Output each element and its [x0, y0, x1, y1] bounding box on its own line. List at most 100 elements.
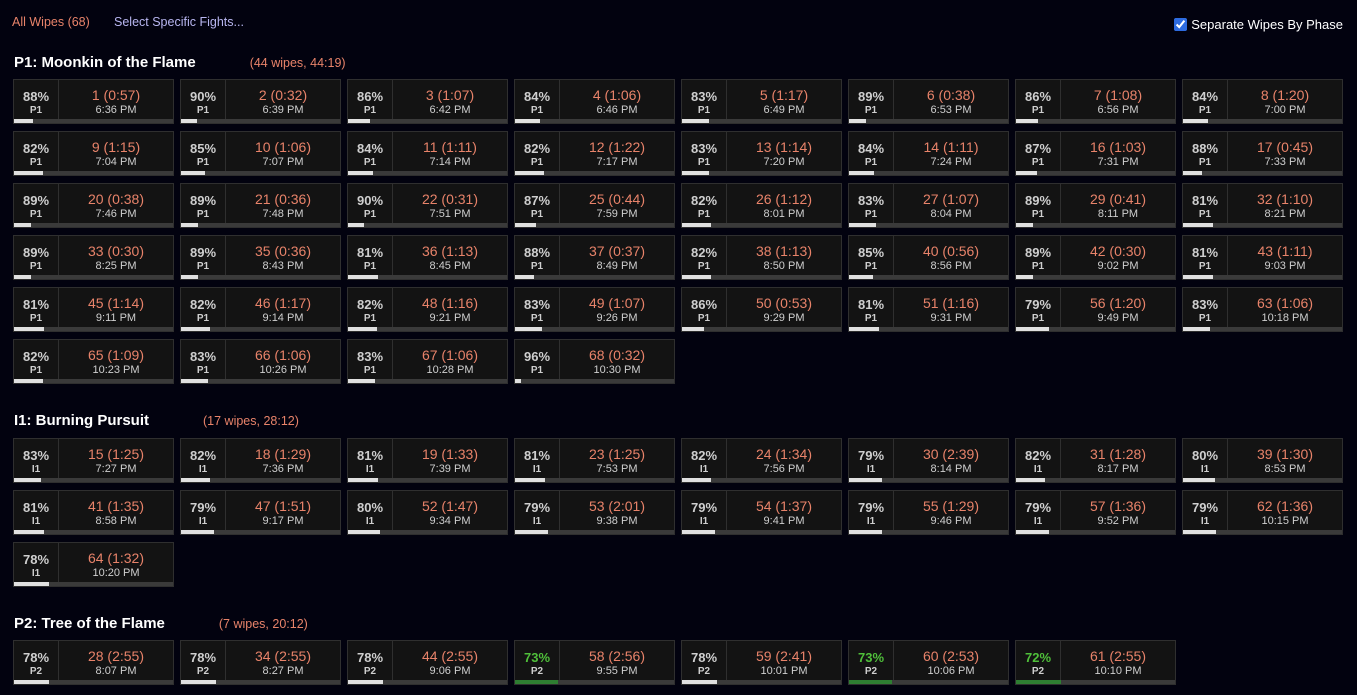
boss-health-column: 83% P1	[515, 288, 560, 329]
fight-card[interactable]: 87% P1 16 (1:03) 7:31 PM	[1015, 131, 1176, 176]
fight-card[interactable]: 80% I1 39 (1:30) 8:53 PM	[1182, 438, 1343, 483]
fight-card[interactable]: 79% I1 57 (1:36) 9:52 PM	[1015, 490, 1176, 535]
fight-card[interactable]: 96% P1 68 (0:32) 10:30 PM	[514, 339, 675, 384]
fight-card[interactable]: 84% P1 11 (1:11) 7:14 PM	[347, 131, 508, 176]
fight-card[interactable]: 85% P1 10 (1:06) 7:07 PM	[180, 131, 341, 176]
phase-label: I1	[1200, 516, 1210, 527]
fight-card[interactable]: 82% I1 24 (1:34) 7:56 PM	[681, 438, 842, 483]
fight-card[interactable]: 83% P1 49 (1:07) 9:26 PM	[514, 287, 675, 332]
fight-time: 6:49 PM	[763, 104, 805, 116]
fight-card[interactable]: 90% P1 22 (0:31) 7:51 PM	[347, 183, 508, 228]
separate-phase-toggle[interactable]: Separate Wipes By Phase	[1174, 17, 1343, 32]
fight-card[interactable]: 87% P1 25 (0:44) 7:59 PM	[514, 183, 675, 228]
fight-info: 41 (1:35) 8:58 PM	[59, 491, 173, 532]
fight-title: 46 (1:17)	[254, 295, 312, 311]
fight-card[interactable]: 81% P1 51 (1:16) 9:31 PM	[848, 287, 1009, 332]
select-fights-link[interactable]: Select Specific Fights...	[114, 15, 244, 29]
boss-health-percent: 87%	[1024, 141, 1052, 156]
fight-card[interactable]: 89% P1 33 (0:30) 8:25 PM	[13, 235, 174, 280]
fight-card[interactable]: 72% P2 61 (2:55) 10:10 PM	[1015, 640, 1176, 685]
separate-phase-checkbox[interactable]	[1174, 18, 1188, 31]
fight-card[interactable]: 78% P2 59 (2:41) 10:01 PM	[681, 640, 842, 685]
phase-label: P1	[1198, 313, 1212, 324]
fight-info: 46 (1:17) 9:14 PM	[226, 288, 340, 329]
fight-info: 26 (1:12) 8:01 PM	[727, 184, 841, 225]
fight-card[interactable]: 84% P1 4 (1:06) 6:46 PM	[514, 79, 675, 124]
fight-time: 9:29 PM	[763, 312, 805, 324]
fight-card[interactable]: 79% I1 47 (1:51) 9:17 PM	[180, 490, 341, 535]
fight-card[interactable]: 82% P1 65 (1:09) 10:23 PM	[13, 339, 174, 384]
fight-card[interactable]: 83% P1 13 (1:14) 7:20 PM	[681, 131, 842, 176]
fight-time: 7:33 PM	[1264, 156, 1306, 168]
fight-card[interactable]: 73% P2 60 (2:53) 10:06 PM	[848, 640, 1009, 685]
fight-card[interactable]: 81% I1 19 (1:33) 7:39 PM	[347, 438, 508, 483]
fight-card[interactable]: 89% P1 35 (0:36) 8:43 PM	[180, 235, 341, 280]
fight-card[interactable]: 81% P1 45 (1:14) 9:11 PM	[13, 287, 174, 332]
fight-card[interactable]: 83% P1 63 (1:06) 10:18 PM	[1182, 287, 1343, 332]
fight-card[interactable]: 89% P1 20 (0:38) 7:46 PM	[13, 183, 174, 228]
fight-card[interactable]: 83% P1 67 (1:06) 10:28 PM	[347, 339, 508, 384]
fight-card[interactable]: 83% P1 27 (1:07) 8:04 PM	[848, 183, 1009, 228]
phase-label: P1	[530, 261, 544, 272]
fight-card[interactable]: 79% P1 56 (1:20) 9:49 PM	[1015, 287, 1176, 332]
fight-title: 38 (1:13)	[755, 243, 813, 259]
fight-card[interactable]: 88% P1 1 (0:57) 6:36 PM	[13, 79, 174, 124]
fight-card[interactable]: 82% P1 48 (1:16) 9:21 PM	[347, 287, 508, 332]
fight-card[interactable]: 85% P1 40 (0:56) 8:56 PM	[848, 235, 1009, 280]
fight-card[interactable]: 88% P1 37 (0:37) 8:49 PM	[514, 235, 675, 280]
fight-card[interactable]: 83% I1 15 (1:25) 7:27 PM	[13, 438, 174, 483]
fight-info: 22 (0:31) 7:51 PM	[393, 184, 507, 225]
boss-health-percent: 86%	[690, 297, 718, 312]
fight-info: 15 (1:25) 7:27 PM	[59, 439, 173, 480]
fight-card[interactable]: 83% P1 5 (1:17) 6:49 PM	[681, 79, 842, 124]
fight-card[interactable]: 79% I1 53 (2:01) 9:38 PM	[514, 490, 675, 535]
phase-label: P1	[29, 105, 43, 116]
fight-card[interactable]: 89% P1 6 (0:38) 6:53 PM	[848, 79, 1009, 124]
fight-card[interactable]: 81% P1 32 (1:10) 8:21 PM	[1182, 183, 1343, 228]
progress-bar	[348, 478, 507, 482]
fight-card[interactable]: 82% I1 31 (1:28) 8:17 PM	[1015, 438, 1176, 483]
fight-card[interactable]: 80% I1 52 (1:47) 9:34 PM	[347, 490, 508, 535]
fight-card[interactable]: 79% I1 55 (1:29) 9:46 PM	[848, 490, 1009, 535]
fight-card[interactable]: 82% P1 12 (1:22) 7:17 PM	[514, 131, 675, 176]
fight-card[interactable]: 82% P1 38 (1:13) 8:50 PM	[681, 235, 842, 280]
fight-card[interactable]: 86% P1 3 (1:07) 6:42 PM	[347, 79, 508, 124]
fight-card[interactable]: 81% I1 23 (1:25) 7:53 PM	[514, 438, 675, 483]
fight-card[interactable]: 83% P1 66 (1:06) 10:26 PM	[180, 339, 341, 384]
fight-card[interactable]: 81% P1 36 (1:13) 8:45 PM	[347, 235, 508, 280]
all-wipes-link[interactable]: All Wipes (68)	[12, 15, 90, 29]
fight-card[interactable]: 89% P1 29 (0:41) 8:11 PM	[1015, 183, 1176, 228]
fight-info: 47 (1:51) 9:17 PM	[226, 491, 340, 532]
boss-health-percent: 83%	[189, 349, 217, 364]
boss-health-percent: 82%	[189, 448, 217, 463]
progress-fill	[14, 327, 45, 331]
fight-card[interactable]: 81% I1 41 (1:35) 8:58 PM	[13, 490, 174, 535]
fight-card[interactable]: 79% I1 54 (1:37) 9:41 PM	[681, 490, 842, 535]
fight-card[interactable]: 78% P2 44 (2:55) 9:06 PM	[347, 640, 508, 685]
fight-card[interactable]: 82% P1 46 (1:17) 9:14 PM	[180, 287, 341, 332]
fight-card[interactable]: 84% P1 14 (1:11) 7:24 PM	[848, 131, 1009, 176]
boss-health-percent: 85%	[857, 245, 885, 260]
fight-card[interactable]: 89% P1 21 (0:36) 7:48 PM	[180, 183, 341, 228]
fight-card[interactable]: 84% P1 8 (1:20) 7:00 PM	[1182, 79, 1343, 124]
phase-label: P2	[29, 666, 43, 677]
fight-card[interactable]: 81% P1 43 (1:11) 9:03 PM	[1182, 235, 1343, 280]
fight-card[interactable]: 78% I1 64 (1:32) 10:20 PM	[13, 542, 174, 587]
fight-card[interactable]: 79% I1 62 (1:36) 10:15 PM	[1182, 490, 1343, 535]
fight-title: 66 (1:06)	[254, 347, 312, 363]
fight-card[interactable]: 82% P1 26 (1:12) 8:01 PM	[681, 183, 842, 228]
fight-card[interactable]: 86% P1 7 (1:08) 6:56 PM	[1015, 79, 1176, 124]
boss-health-column: 73% P2	[515, 641, 560, 682]
fight-card[interactable]: 82% P1 9 (1:15) 7:04 PM	[13, 131, 174, 176]
fight-card[interactable]: 90% P1 2 (0:32) 6:39 PM	[180, 79, 341, 124]
fight-time: 10:30 PM	[593, 364, 641, 376]
fight-card[interactable]: 78% P2 28 (2:55) 8:07 PM	[13, 640, 174, 685]
fight-card[interactable]: 88% P1 17 (0:45) 7:33 PM	[1182, 131, 1343, 176]
fight-card[interactable]: 73% P2 58 (2:56) 9:55 PM	[514, 640, 675, 685]
fight-card[interactable]: 89% P1 42 (0:30) 9:02 PM	[1015, 235, 1176, 280]
fight-card[interactable]: 79% I1 30 (2:39) 8:14 PM	[848, 438, 1009, 483]
progress-bar	[1183, 478, 1342, 482]
fight-card[interactable]: 82% I1 18 (1:29) 7:36 PM	[180, 438, 341, 483]
fight-card[interactable]: 78% P2 34 (2:55) 8:27 PM	[180, 640, 341, 685]
fight-card[interactable]: 86% P1 50 (0:53) 9:29 PM	[681, 287, 842, 332]
